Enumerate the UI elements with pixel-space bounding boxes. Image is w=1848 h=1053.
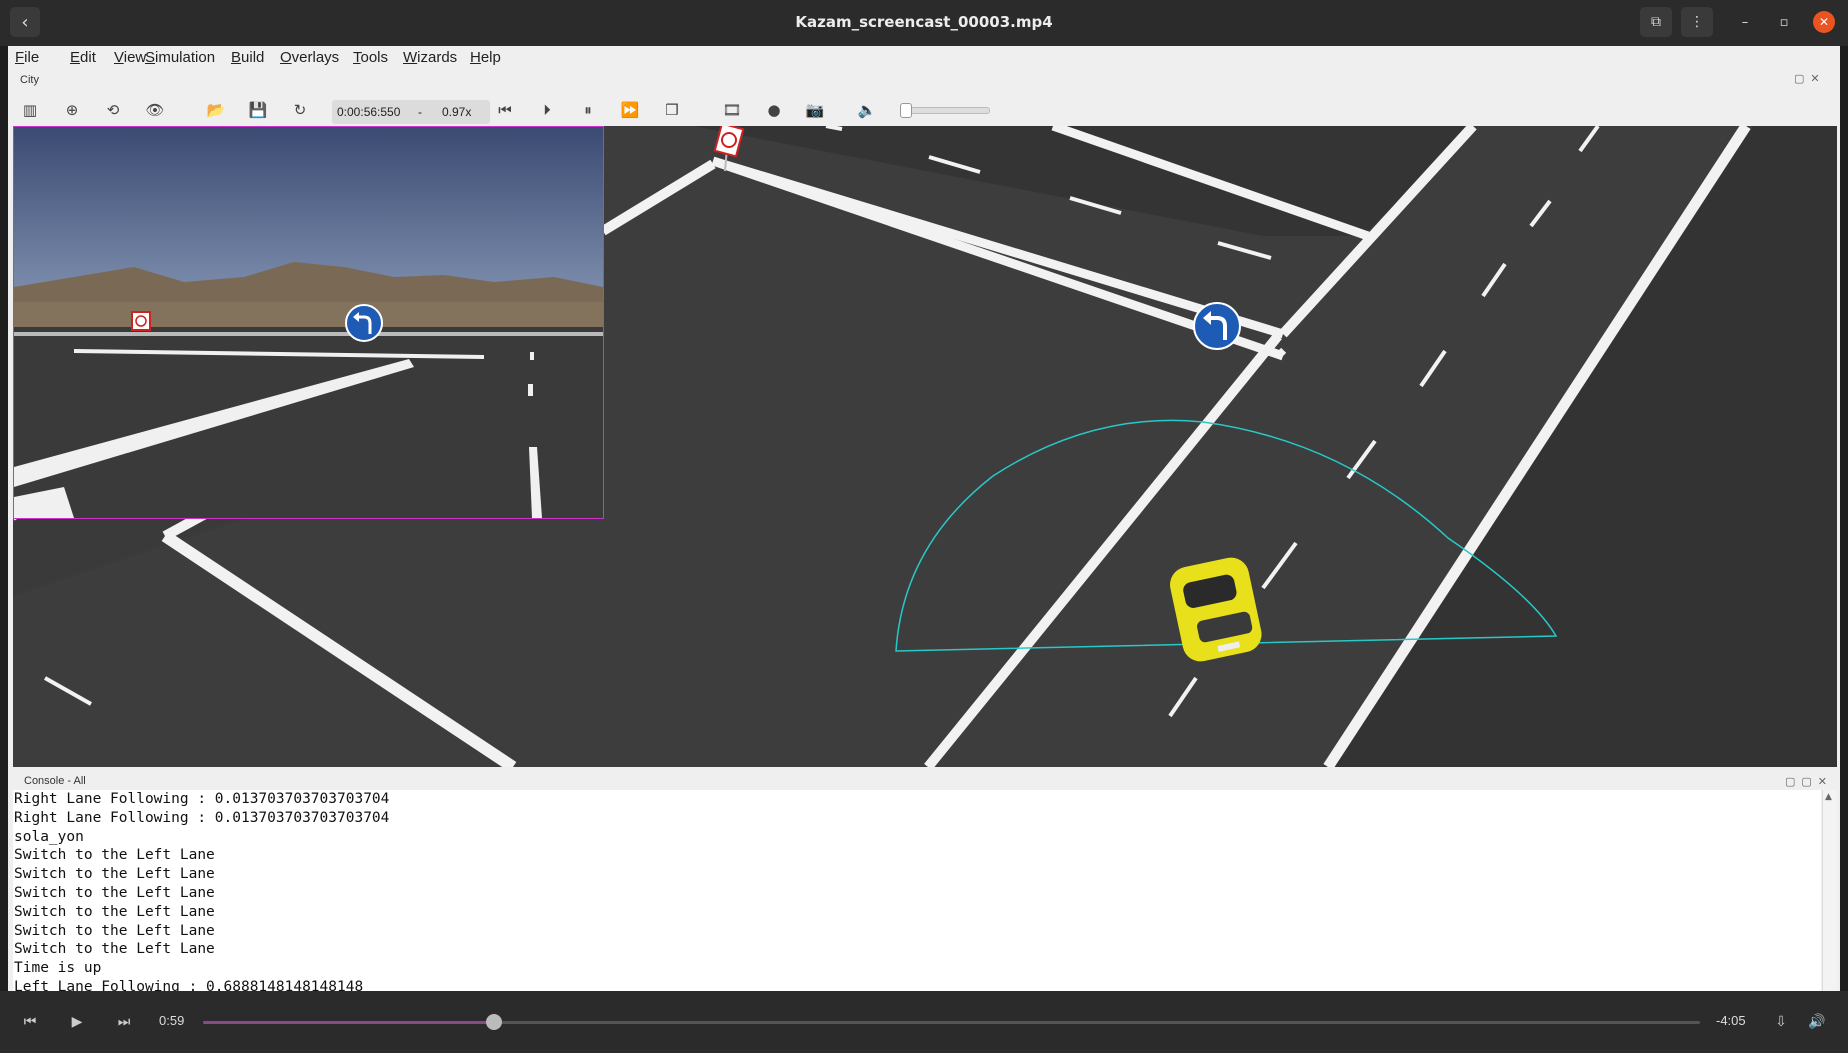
fast-forward-icon[interactable]: ⏩: [620, 100, 640, 120]
scroll-up-icon[interactable]: ▲: [1825, 792, 1832, 802]
reset-view-icon[interactable]: ⟲: [103, 100, 123, 120]
menu-dots-icon: ⋮: [1690, 14, 1704, 30]
maximize-button[interactable]: ▫: [1773, 11, 1795, 33]
eye-icon[interactable]: 👁: [145, 100, 165, 120]
step-icon[interactable]: ⏵: [537, 100, 557, 120]
console-panel: Console - All ▢▢✕ Right Lane Following :…: [13, 775, 1837, 991]
picture-in-picture-button[interactable]: ⧉: [1640, 7, 1672, 37]
volume-slider[interactable]: [900, 103, 990, 118]
minimize-button[interactable]: –: [1734, 11, 1756, 33]
mute-icon[interactable]: 🔈: [857, 100, 877, 120]
playlist-button[interactable]: ⇩: [1768, 1010, 1794, 1034]
minimize-icon: –: [1741, 14, 1749, 30]
seek-progress: [203, 1021, 495, 1024]
rendering-toggle-icon[interactable]: ❒: [662, 100, 682, 120]
menu-edit[interactable]: Edit: [70, 49, 96, 66]
console-line: sola_yon: [14, 828, 84, 845]
seek-bar[interactable]: [203, 1014, 1700, 1030]
console-line: Switch to the Left Lane: [14, 903, 215, 920]
play-icon: ▶: [71, 1014, 83, 1030]
add-node-icon[interactable]: ⊕: [62, 100, 82, 120]
menu-help[interactable]: Help: [470, 49, 501, 66]
movie-icon[interactable]: 🎞: [722, 100, 742, 120]
camera-overlay[interactable]: [13, 126, 604, 519]
screenshot-icon[interactable]: 📷: [805, 100, 825, 120]
record-icon[interactable]: ●: [764, 100, 784, 120]
console-line: Switch to the Left Lane: [14, 847, 215, 864]
reset-simulation-icon[interactable]: ⏮: [495, 100, 515, 120]
scene-dock-controls[interactable]: ▢✕: [1794, 72, 1826, 85]
console-line: Left Lane Following : 0.6888148148148148: [14, 978, 364, 991]
previous-button[interactable]: ⏮: [17, 1010, 43, 1034]
console-line: Right Lane Following : 0.013703703703703…: [14, 809, 390, 826]
traffic-sign-turn-left: [1193, 302, 1241, 350]
next-button[interactable]: ⏭: [111, 1010, 137, 1034]
menu-file[interactable]: File: [15, 49, 39, 66]
play-button[interactable]: ▶: [64, 1010, 90, 1034]
console-scrollbar[interactable]: ▲: [1822, 790, 1837, 991]
menu-build[interactable]: Build: [231, 49, 264, 66]
menu-view[interactable]: View: [114, 49, 146, 66]
close-button[interactable]: ✕: [1813, 11, 1835, 33]
skip-back-icon: ⏮: [23, 1014, 37, 1030]
3d-view[interactable]: [13, 126, 1837, 767]
camera-image: [14, 127, 603, 518]
menu-wizards[interactable]: Wizards: [403, 49, 457, 66]
pause-icon[interactable]: ⏸: [578, 100, 598, 120]
title-bar: ‹ Kazam_screencast_00003.mp4 ⧉ ⋮ – ▫ ✕: [0, 0, 1848, 46]
webots-window: File Edit View Simulation Build Overlays…: [8, 46, 1840, 991]
volume-slider-knob[interactable]: [900, 103, 912, 118]
volume-icon: 🔊: [1808, 1014, 1826, 1030]
simulation-time-display: 0:00:56:550 - 0.97x: [332, 100, 490, 124]
console-line: Right Lane Following : 0.013703703703703…: [14, 791, 390, 807]
console-output: Right Lane Following : 0.013703703703703…: [13, 790, 1821, 991]
video-player-controls: ⏮ ▶ ⏭ 0:59 -4:05 ⇩ 🔊: [0, 991, 1848, 1053]
elapsed-time: 0:59: [159, 1013, 185, 1028]
window-title: Kazam_screencast_00003.mp4: [795, 13, 1053, 31]
console-label: Console - All: [24, 775, 86, 787]
simulation-time: 0:00:56:550: [337, 105, 401, 119]
menu-button[interactable]: ⋮: [1681, 7, 1713, 37]
console-dock-controls[interactable]: ▢▢✕: [1785, 775, 1833, 788]
menu-tools[interactable]: Tools: [353, 49, 388, 66]
console-line: Switch to the Left Lane: [14, 941, 215, 958]
skip-forward-icon: ⏭: [117, 1014, 131, 1030]
console-line: Switch to the Left Lane: [14, 884, 215, 901]
simulation-speed: 0.97x: [442, 105, 472, 119]
picture-in-picture-icon: ⧉: [1651, 14, 1661, 30]
console-line: Time is up: [14, 960, 102, 977]
scene-tree-toggle-icon[interactable]: ▥: [20, 100, 40, 120]
save-world-icon[interactable]: 💾: [248, 100, 268, 120]
console-line: Switch to the Left Lane: [14, 922, 215, 939]
close-icon: ✕: [1818, 15, 1830, 29]
menu-simulation[interactable]: Simulation: [145, 49, 215, 66]
seek-thumb[interactable]: [486, 1014, 503, 1030]
time-separator: -: [418, 105, 422, 119]
scene-panel-label: City: [20, 74, 39, 86]
reload-world-icon[interactable]: ↻: [290, 100, 310, 120]
console-line: Switch to the Left Lane: [14, 866, 215, 883]
menu-bar: File Edit View Simulation Build Overlays…: [8, 46, 1840, 68]
remaining-time: -4:05: [1716, 1013, 1746, 1028]
volume-button[interactable]: 🔊: [1804, 1010, 1830, 1034]
open-world-icon[interactable]: 📂: [206, 100, 226, 120]
menu-overlays[interactable]: Overlays: [280, 49, 339, 66]
playlist-icon: ⇩: [1775, 1014, 1787, 1030]
maximize-icon: ▫: [1779, 14, 1789, 30]
